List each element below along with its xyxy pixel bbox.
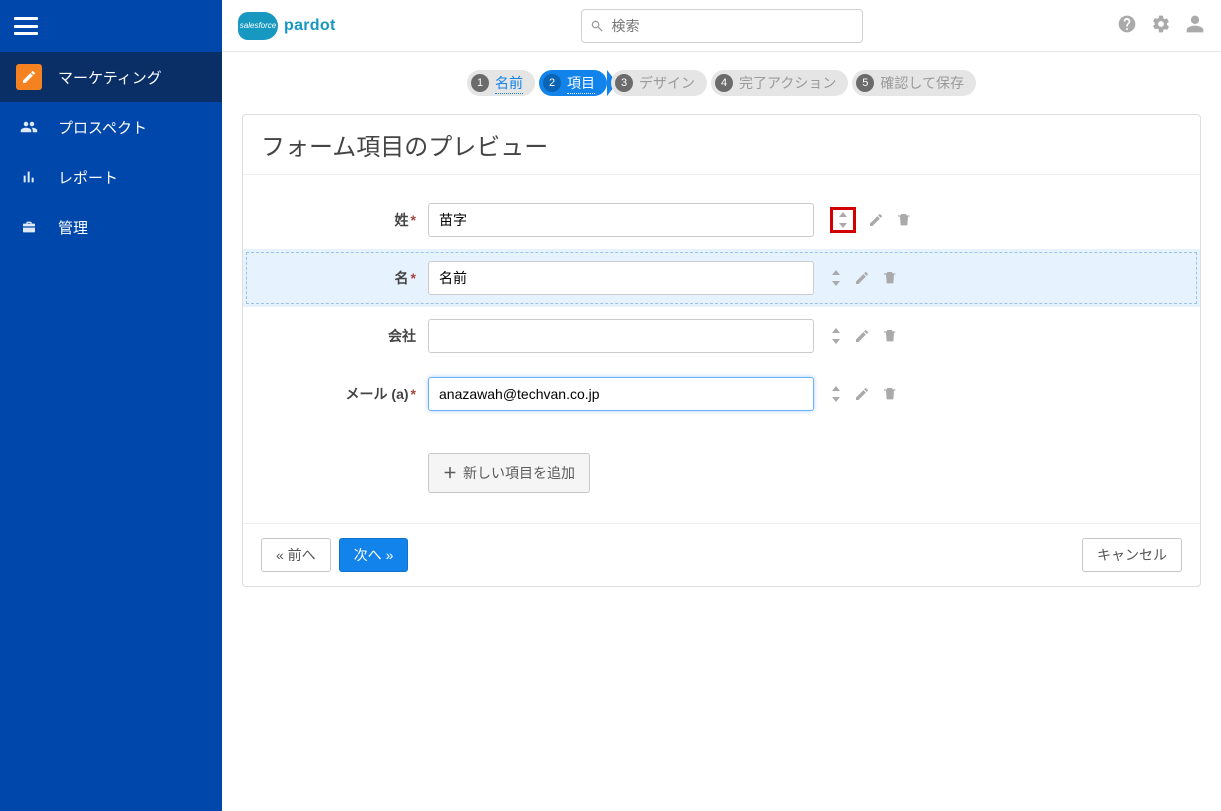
required-mark: * [411,270,416,286]
trash-icon[interactable] [882,386,898,402]
sidebar-item-label: 管理 [58,217,88,238]
field-label: 会社 [263,326,428,346]
cancel-button[interactable]: キャンセル [1082,538,1182,572]
sidebar-item-label: プロスペクト [58,117,147,138]
briefcase-icon [16,214,42,240]
trash-icon[interactable] [882,270,898,286]
wizard-stepper: 1 名前 2 項目 3 デザイン 4 完了アクション 5 確認して保存 [222,70,1221,96]
edit-icon[interactable] [868,212,884,228]
panel-footer: « 前へ 次へ » キャンセル [243,523,1200,586]
help-icon[interactable] [1117,14,1137,37]
step-completion-actions[interactable]: 4 完了アクション [711,70,848,96]
step-label[interactable]: 名前 [495,73,523,94]
step-label: デザイン [639,73,695,93]
step-label: 確認して保存 [880,73,964,93]
field-row-company: 会社 [243,307,1200,365]
field-row-first-name[interactable]: 名* [243,249,1200,307]
sidebar-item-admin[interactable]: 管理 [0,202,222,252]
panel-body: 姓* 名* [243,175,1200,523]
row-actions [830,386,898,402]
logo[interactable]: salesforce pardot [238,12,336,40]
sidebar-item-label: マーケティング [58,67,162,88]
add-field-button[interactable]: ＋ 新しい項目を追加 [428,453,590,493]
prev-button[interactable]: « 前へ [261,538,331,572]
topbar-right-icons [1117,14,1205,37]
field-label: メール (a)* [263,384,428,404]
row-actions [830,328,898,344]
step-confirm-save[interactable]: 5 確認して保存 [852,70,976,96]
next-button[interactable]: 次へ » [339,538,409,572]
search-icon [590,19,604,33]
required-mark: * [411,386,416,402]
step-fields[interactable]: 2 項目 [539,70,607,96]
field-input-last-name[interactable] [428,203,814,237]
required-mark: * [411,212,416,228]
sidebar-nav: マーケティング プロスペクト レポート 管理 [0,52,222,252]
step-name[interactable]: 1 名前 [467,70,535,96]
field-row-last-name: 姓* [243,191,1200,249]
sidebar: マーケティング プロスペクト レポート 管理 [0,0,222,811]
reorder-handle-icon[interactable] [830,328,842,344]
reorder-handle-icon[interactable] [830,386,842,402]
form-fields-panel: フォーム項目のプレビュー 姓* [242,114,1201,587]
hamburger-menu-button[interactable] [0,0,52,52]
step-label: 完了アクション [739,73,836,93]
gear-icon[interactable] [1151,14,1171,37]
field-input-company[interactable] [428,319,814,353]
sidebar-item-prospects[interactable]: プロスペクト [0,102,222,152]
trash-icon[interactable] [896,212,912,228]
step-design[interactable]: 3 デザイン [611,70,707,96]
row-actions [830,270,898,286]
search-input[interactable] [612,18,862,34]
pencil-icon [16,64,42,90]
trash-icon[interactable] [882,328,898,344]
user-icon[interactable] [1185,14,1205,37]
plus-icon: ＋ [443,463,457,483]
edit-icon[interactable] [854,328,870,344]
panel-title: フォーム項目のプレビュー [261,127,1182,162]
field-input-email[interactable] [428,377,814,411]
salesforce-cloud-icon: salesforce [238,12,278,40]
edit-icon[interactable] [854,270,870,286]
step-label: 項目 [567,73,595,94]
content: 1 名前 2 項目 3 デザイン 4 完了アクション 5 確認して保存 フォーム… [222,52,1221,811]
topbar: salesforce pardot [222,0,1221,52]
panel-header: フォーム項目のプレビュー [243,115,1200,175]
sidebar-item-label: レポート [58,167,118,188]
reorder-handle-icon[interactable] [830,207,856,233]
global-search[interactable] [581,9,863,43]
users-icon [16,114,42,140]
field-row-email: メール (a)* [243,365,1200,423]
edit-icon[interactable] [854,386,870,402]
field-label: 姓* [263,210,428,230]
row-actions [830,207,912,233]
field-label: 名* [263,268,428,288]
sidebar-item-marketing[interactable]: マーケティング [0,52,222,102]
sidebar-item-reports[interactable]: レポート [0,152,222,202]
bar-chart-icon [16,164,42,190]
field-input-first-name[interactable] [428,261,814,295]
reorder-handle-icon[interactable] [830,270,842,286]
add-field-label: 新しい項目を追加 [463,463,575,483]
product-name: pardot [284,17,336,35]
